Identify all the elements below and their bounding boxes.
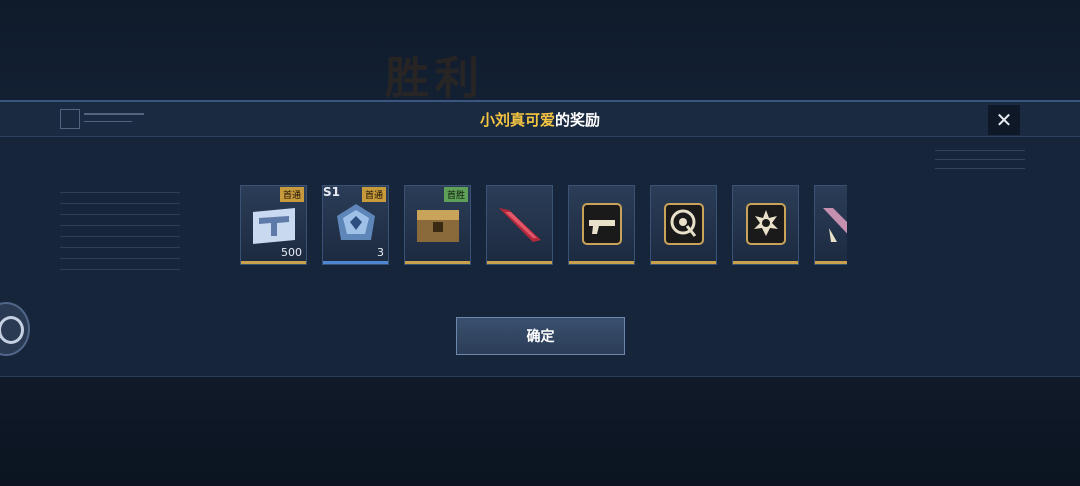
reward-dialog: 小刘真可爱的奖励 ✕ 首通 500 首通 3 首胜 S1 确定: [0, 100, 1080, 377]
pink-blade-icon: [823, 208, 847, 242]
reward-item-burst-emblem[interactable]: [732, 185, 799, 265]
item-count: 500: [281, 246, 302, 259]
reward-item-red-blade[interactable]: [486, 185, 553, 265]
first-clear-badge: 首通: [279, 187, 304, 202]
decorative-lines: [60, 182, 180, 372]
season-label: S1: [323, 185, 340, 199]
supply-crate-icon: [417, 210, 459, 242]
item-count: 3: [377, 246, 384, 259]
background-bottom: [0, 374, 1080, 486]
target-emblem-icon: [664, 203, 704, 245]
burst-emblem-icon: [746, 203, 786, 245]
first-clear-badge: 首通: [361, 187, 386, 202]
confirm-button[interactable]: 确定: [456, 317, 625, 355]
reward-item-pink-blade[interactable]: [814, 185, 847, 265]
profile-icon: [0, 316, 24, 344]
player-name: 小刘真可爱: [479, 111, 555, 129]
blue-crystal-icon: [337, 204, 375, 240]
dialog-title: 小刘真可爱的奖励: [0, 109, 1080, 130]
red-blade-icon: [499, 208, 541, 242]
close-button[interactable]: ✕: [988, 105, 1020, 135]
first-win-badge: 首胜: [443, 187, 468, 202]
decorative-lines-right: [935, 142, 1025, 182]
title-suffix: 的奖励: [555, 111, 601, 129]
reward-item-target-emblem[interactable]: [650, 185, 717, 265]
background-top: [0, 0, 1080, 100]
reward-item-crate[interactable]: 首胜: [404, 185, 471, 265]
reward-item-ticket[interactable]: 首通 500: [240, 185, 307, 265]
reward-item-gun-emblem[interactable]: [568, 185, 635, 265]
background-victory-title: 胜利: [385, 53, 485, 104]
dialog-header: 小刘真可爱的奖励 ✕: [0, 102, 1080, 137]
gun-emblem-icon: [582, 203, 622, 245]
ticket-card-icon: [253, 208, 295, 244]
